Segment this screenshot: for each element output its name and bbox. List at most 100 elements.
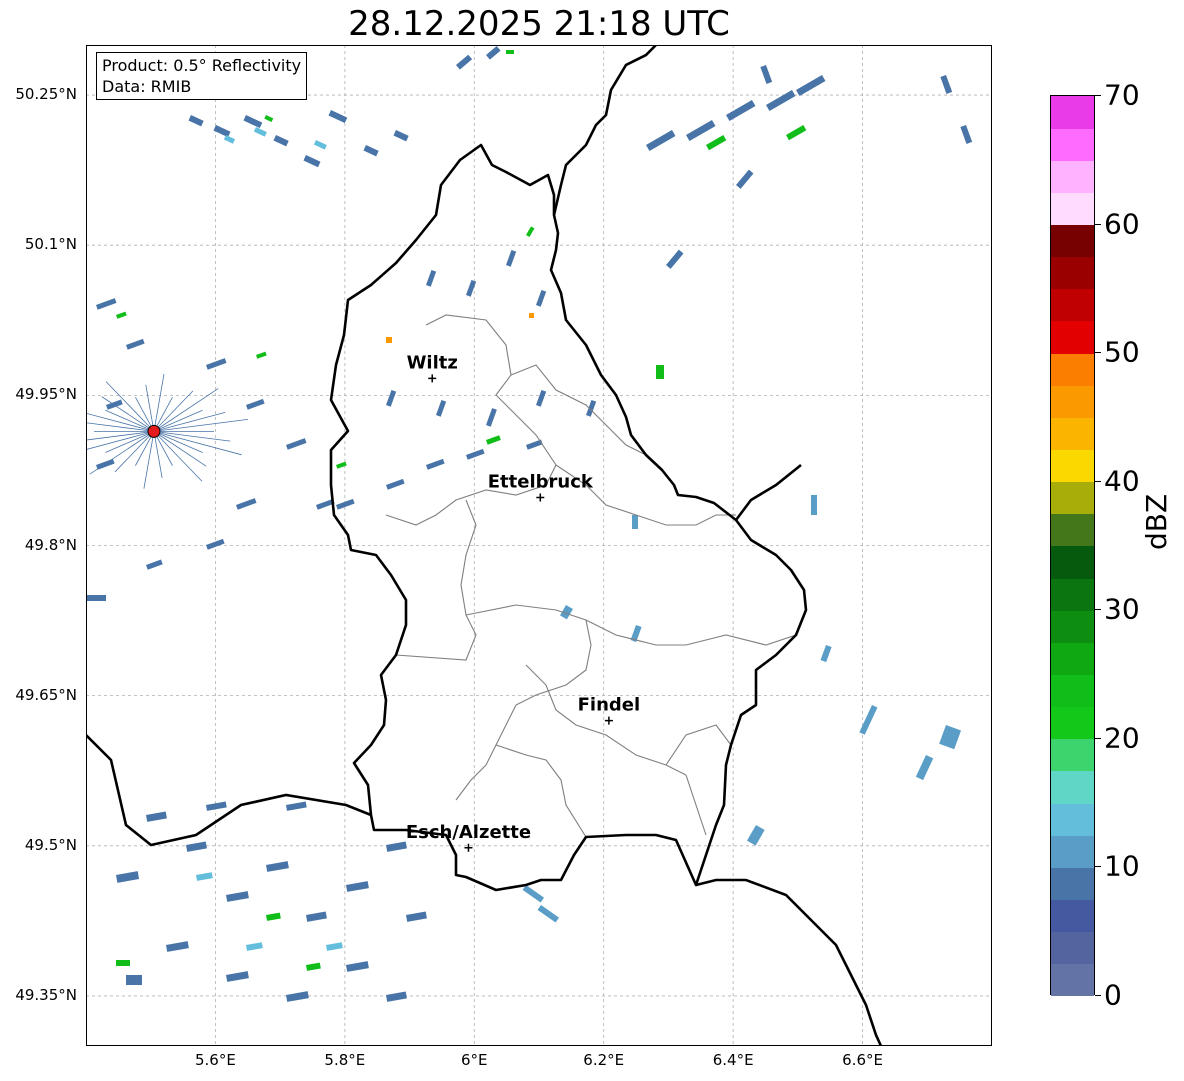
lat-tick-label: 50.1°N bbox=[24, 235, 77, 254]
colorbar-tickmark bbox=[1095, 737, 1101, 739]
colorbar-segment bbox=[1051, 835, 1094, 868]
colorbar-segment bbox=[1051, 803, 1094, 836]
colorbar-segment bbox=[1051, 256, 1094, 290]
city-label: Wiltz bbox=[407, 352, 458, 373]
canton-border-0 bbox=[385, 314, 557, 526]
colorbar-segment bbox=[1051, 128, 1094, 161]
colorbar-segment bbox=[1051, 674, 1094, 708]
luxembourg-border bbox=[329, 143, 808, 892]
radar-ray bbox=[101, 396, 155, 432]
lat-tick-label: 49.65°N bbox=[15, 685, 77, 704]
city-marker bbox=[428, 374, 437, 383]
germany-france-border bbox=[695, 878, 883, 1046]
colorbar-tickmark bbox=[1095, 609, 1101, 611]
lon-tick-label: 5.8°E bbox=[324, 1051, 366, 1069]
city-wiltz[interactable]: Wiltz bbox=[407, 352, 458, 383]
product-label: Product: 0.5° Reflectivity bbox=[102, 56, 302, 75]
canton-border-1 bbox=[510, 364, 647, 456]
colorbar-segment bbox=[1051, 417, 1094, 451]
colorbar-tick-label: 70 bbox=[1104, 78, 1140, 112]
colorbar-label: dBZ bbox=[1140, 493, 1173, 550]
radar-map[interactable]: Wiltz Ettelbruck Findel Esch/Alzette Produc… bbox=[86, 45, 992, 1046]
lon-tick-label: 6.4°E bbox=[712, 1051, 754, 1069]
colorbar-segment bbox=[1051, 321, 1094, 354]
radar-site-rays bbox=[86, 374, 248, 489]
data-source-label: Data: RMIB bbox=[102, 77, 192, 96]
city-ettelbruck[interactable]: Ettelbruck bbox=[488, 471, 594, 502]
canton-border-3 bbox=[395, 499, 477, 661]
colorbar-tick-label: 40 bbox=[1104, 464, 1140, 498]
colorbar-tickmark bbox=[1095, 95, 1101, 96]
map-canvas: Wiltz Ettelbruck Findel Esch/Alzette bbox=[86, 45, 992, 1046]
colorbar-tick-label: 0 bbox=[1104, 978, 1122, 1012]
colorbar-segment bbox=[1051, 706, 1094, 740]
colorbar-segment bbox=[1051, 867, 1094, 901]
city-findel[interactable]: Findel bbox=[578, 695, 641, 725]
colorbar-segment bbox=[1051, 481, 1094, 515]
colorbar-segment bbox=[1051, 385, 1094, 418]
belgium-germany-border bbox=[552, 45, 657, 216]
colorbar-tickmark bbox=[1095, 866, 1101, 868]
canton-border-6 bbox=[525, 664, 707, 836]
map-title: 28.12.2025 21:18 UTC bbox=[348, 4, 730, 44]
lon-tick-label: 5.6°E bbox=[195, 1051, 236, 1069]
product-info-box: Product: 0.5° Reflectivity Data: RMIB bbox=[96, 52, 308, 100]
colorbar-segment bbox=[1051, 160, 1094, 193]
colorbar-segment bbox=[1051, 899, 1094, 933]
canton-border-5 bbox=[455, 619, 592, 801]
radar-ray bbox=[153, 431, 207, 467]
colorbar-segment bbox=[1051, 963, 1094, 997]
lon-tick-label: 6.2°E bbox=[583, 1051, 625, 1069]
city-marker bbox=[604, 716, 613, 725]
city-marker bbox=[536, 493, 545, 502]
lat-tick-label: 49.5°N bbox=[24, 835, 77, 854]
lat-tick-label: 50.25°N bbox=[15, 85, 77, 104]
reflectivity-echoes bbox=[86, 46, 973, 1002]
colorbar-segment bbox=[1051, 353, 1094, 386]
radar-ray bbox=[89, 431, 155, 475]
colorbar-segment bbox=[1051, 738, 1094, 772]
colorbar-tickmark bbox=[1095, 352, 1101, 354]
radar-ray bbox=[153, 430, 242, 456]
lon-tick-label: 6.6°E bbox=[842, 1051, 883, 1069]
radar-ray bbox=[153, 388, 219, 432]
radar-site-marker bbox=[147, 424, 161, 438]
colorbar-segment bbox=[1051, 513, 1094, 547]
france-belgium-border bbox=[86, 734, 372, 847]
border-segment bbox=[734, 463, 802, 521]
colorbar-segment bbox=[1051, 449, 1094, 483]
canton-borders bbox=[385, 314, 797, 838]
lat-tick-label: 49.8°N bbox=[24, 535, 77, 554]
colorbar-segment bbox=[1051, 610, 1094, 643]
radar-ray bbox=[86, 430, 155, 450]
radar-ray bbox=[86, 412, 155, 432]
colorbar-segment bbox=[1051, 192, 1094, 226]
colorbar-segment bbox=[1051, 546, 1094, 579]
colorbar bbox=[1050, 95, 1095, 997]
colorbar-segment bbox=[1051, 642, 1094, 676]
colorbar-tickmark bbox=[1095, 223, 1101, 225]
lat-tick-label: 49.35°N bbox=[15, 985, 77, 1004]
colorbar-segment bbox=[1051, 931, 1094, 965]
colorbar-segment bbox=[1051, 288, 1094, 322]
canton-border-8 bbox=[665, 724, 732, 766]
city-markers: Wiltz Ettelbruck Findel Esch/Alzette bbox=[406, 352, 641, 852]
lat-tick-label: 49.95°N bbox=[15, 385, 77, 404]
colorbar-tick-label: 50 bbox=[1104, 335, 1140, 369]
city-eschalzette[interactable]: Esch/Alzette bbox=[406, 822, 531, 852]
city-label: Findel bbox=[578, 695, 641, 716]
colorbar-tickmark bbox=[1095, 480, 1101, 482]
colorbar-tick-label: 30 bbox=[1104, 592, 1140, 626]
colorbar-segment bbox=[1051, 96, 1094, 129]
colorbar-segment bbox=[1051, 224, 1094, 258]
city-label: Ettelbruck bbox=[488, 471, 594, 492]
city-marker bbox=[464, 843, 473, 852]
colorbar-tick-label: 10 bbox=[1104, 849, 1140, 883]
colorbar-tickmark bbox=[1095, 995, 1101, 996]
colorbar-tick-label: 60 bbox=[1104, 207, 1140, 241]
canton-border-4 bbox=[465, 604, 797, 646]
colorbar-segment bbox=[1051, 771, 1094, 804]
city-label: Esch/Alzette bbox=[406, 822, 531, 843]
radar-ray bbox=[153, 411, 226, 432]
lon-tick-label: 6°E bbox=[461, 1051, 488, 1069]
